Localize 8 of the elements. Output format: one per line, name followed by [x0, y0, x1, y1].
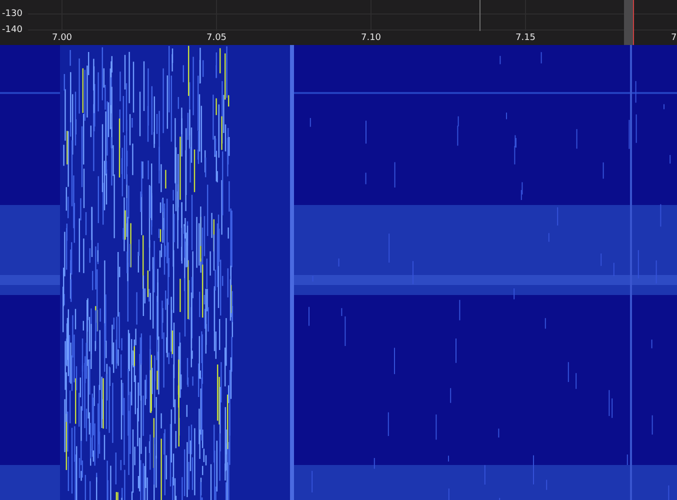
x-axis-label: 7.15 [515, 33, 536, 43]
x-axis-label: 7.10 [360, 33, 382, 43]
y-axis-label: -140 [2, 25, 22, 35]
x-axis-label: 7.00 [52, 33, 72, 43]
y-axis-label: -130 [2, 9, 22, 19]
x-axis-label: 7.05 [206, 33, 227, 43]
x-axis-label: 7 [671, 33, 677, 43]
passband-marker[interactable] [624, 0, 634, 45]
